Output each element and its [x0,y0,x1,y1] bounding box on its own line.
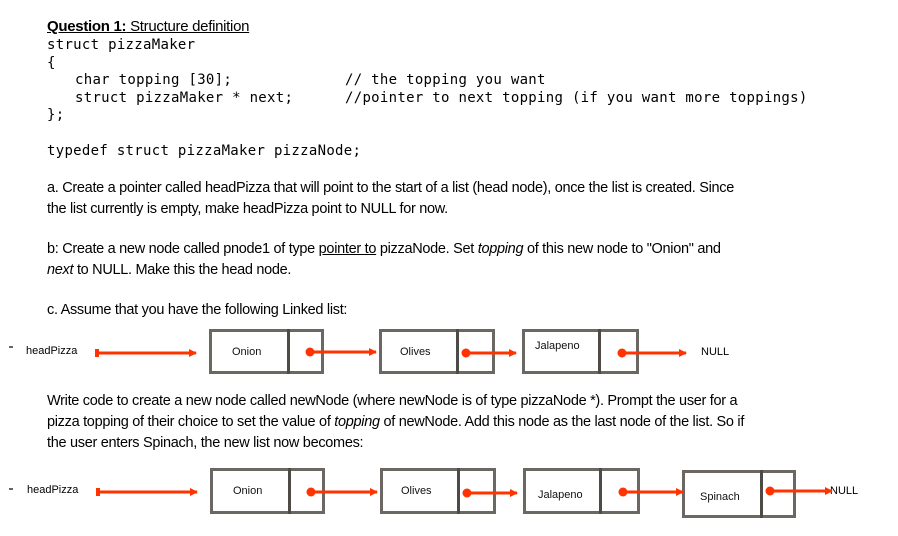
pointer-arrows [95,347,833,498]
next-arrow-spinach-2 [765,486,833,496]
head-arrow-1 [95,349,197,357]
head-arrow-2 [96,488,198,496]
next-arrow-jalapeno-1 [617,348,687,358]
next-arrow-jalapeno-2 [618,487,684,497]
next-arrow-olives-1 [461,348,517,358]
next-arrow-onion-1 [305,347,377,357]
next-arrow-olives-2 [462,488,518,498]
next-arrow-onion-2 [306,487,378,497]
